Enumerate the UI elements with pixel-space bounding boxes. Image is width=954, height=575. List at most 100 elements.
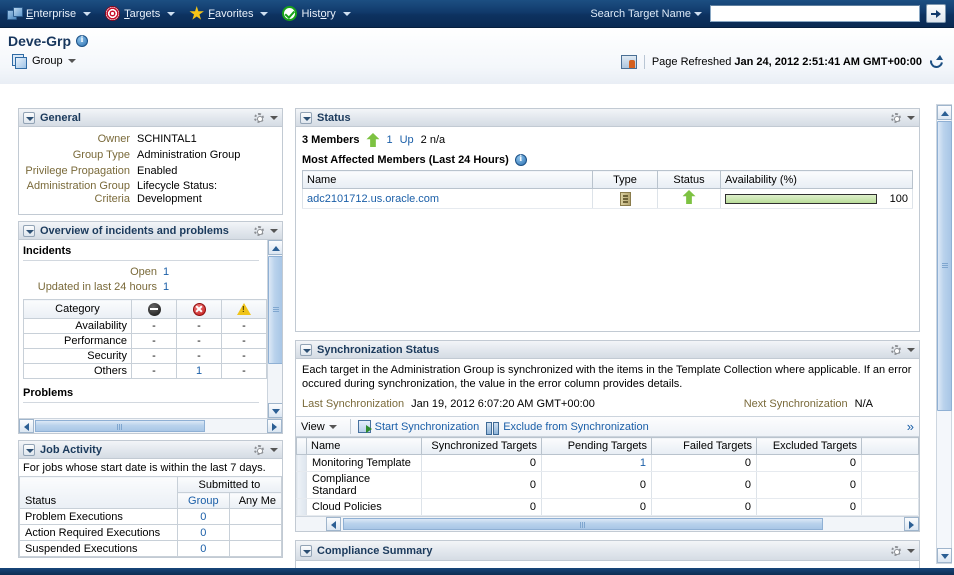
collapse-toggle-icon[interactable] <box>300 544 312 557</box>
availability-gauge: 100 <box>725 193 908 205</box>
collapse-toggle-icon[interactable] <box>23 443 35 456</box>
chevron-down-icon <box>328 424 337 429</box>
scroll-up-button[interactable] <box>937 105 952 120</box>
collapse-toggle-icon[interactable] <box>23 224 35 237</box>
page-refreshed-label: Page Refreshed <box>651 55 732 68</box>
row-category: Performance <box>23 333 132 349</box>
incidents-updated-value[interactable]: 1 <box>163 280 169 295</box>
search-go-button[interactable] <box>926 4 946 23</box>
gear-icon[interactable] <box>890 112 902 124</box>
table-row: Availability - - - <box>23 318 267 334</box>
overview-horizontal-scrollbar[interactable] <box>19 418 282 433</box>
page-vertical-scrollbar[interactable] <box>936 104 952 564</box>
row-group: 0 <box>176 524 230 541</box>
incidents-title: Incidents <box>23 244 259 261</box>
chevron-down-icon <box>694 11 702 16</box>
info-icon[interactable] <box>76 34 89 47</box>
page-header: Deve-Grp Group Page Refreshed Jan 24, 20… <box>0 28 954 133</box>
menu-enterprise-label: Enterprise <box>26 7 77 20</box>
gear-icon[interactable] <box>253 112 265 124</box>
table-row: Action Required Executions 0 <box>19 524 283 541</box>
problems-title: Problems <box>23 386 259 403</box>
search-scope-label: Search Target Name <box>590 7 691 20</box>
scroll-left-button[interactable] <box>19 419 34 433</box>
panel-status-header: Status <box>296 109 919 127</box>
row-pending[interactable]: 1 <box>541 454 652 472</box>
row-any-member <box>228 524 283 541</box>
gear-icon[interactable] <box>253 444 265 456</box>
row-value[interactable]: 1 <box>176 363 222 379</box>
title-row: Deve-Grp <box>8 33 89 49</box>
incidents-updated-row: Updated in last 24 hours 1 <box>23 280 263 295</box>
chevron-down-icon <box>342 11 351 16</box>
incidents-updated-label: Updated in last 24 hours <box>37 281 157 293</box>
chevron-down-icon[interactable] <box>270 228 278 233</box>
panel-synchronization-status: Synchronization Status Each target in th… <box>295 340 920 532</box>
chevron-down-icon[interactable] <box>907 115 915 120</box>
scrollbar-thumb[interactable] <box>35 420 205 432</box>
column-any-member: Any Me <box>228 492 283 509</box>
panel-compliance-header: Compliance Summary <box>296 541 919 561</box>
search-input[interactable] <box>710 5 920 22</box>
members-up-label[interactable]: Up <box>400 134 414 146</box>
gear-icon[interactable] <box>890 344 902 356</box>
collapse-toggle-icon[interactable] <box>300 111 312 124</box>
incidents-open-value[interactable]: 1 <box>163 265 169 280</box>
search-scope-dropdown[interactable]: Search Target Name <box>588 8 704 20</box>
status-body: 3 Members 1 Up 2 n/a Most Affected Membe… <box>296 127 919 331</box>
sync-horizontal-scrollbar[interactable] <box>296 516 919 531</box>
up-arrow-green-icon <box>682 190 696 204</box>
menu-favorites[interactable]: Favorites <box>182 0 275 28</box>
menu-enterprise[interactable]: Enterprise <box>0 0 98 28</box>
row-handle[interactable] <box>296 471 307 499</box>
row-synchronized: 0 <box>421 454 542 472</box>
incidents-table: Category ! Availability - - - Performanc… <box>23 299 267 379</box>
collapse-toggle-icon[interactable] <box>23 111 35 124</box>
member-name-link[interactable]: adc2101712.us.oracle.com <box>307 193 439 205</box>
scroll-up-button[interactable] <box>268 240 282 255</box>
chevron-down-icon[interactable] <box>907 548 915 553</box>
info-icon[interactable] <box>514 153 527 166</box>
row-handle[interactable] <box>296 498 307 516</box>
content-area: General Owner SCHINTAL1 Group Type Admin… <box>0 100 954 570</box>
scroll-right-button[interactable] <box>904 517 919 531</box>
overview-vertical-scrollbar[interactable] <box>267 240 282 418</box>
general-key: Privilege Propagation <box>25 165 130 177</box>
gear-icon[interactable] <box>253 225 265 237</box>
chevron-down-icon[interactable] <box>907 347 915 352</box>
menu-targets[interactable]: Targets <box>98 0 182 28</box>
start-synchronization-button[interactable]: Start Synchronization <box>357 420 479 433</box>
scroll-right-button[interactable] <box>267 419 282 433</box>
collapse-toggle-icon[interactable] <box>300 343 312 356</box>
scrollbar-thumb[interactable] <box>937 121 952 411</box>
page-title: Deve-Grp <box>8 33 72 49</box>
chevron-down-icon[interactable] <box>270 115 278 120</box>
row-status: Problem Executions <box>19 508 178 525</box>
column-status: Status <box>19 476 178 509</box>
gear-icon[interactable] <box>890 545 902 557</box>
scroll-left-button[interactable] <box>326 517 341 531</box>
host-icon <box>619 191 631 206</box>
scrollbar-thumb[interactable] <box>268 256 282 364</box>
panel-status: Status 3 Members 1 Up 2 n/a Most Affecte… <box>295 108 920 332</box>
panel-overview: Overview of incidents and problems Incid… <box>18 221 283 434</box>
group-menu[interactable]: Group <box>12 54 76 69</box>
check-circle-icon <box>282 6 298 21</box>
row-handle[interactable] <box>296 454 307 472</box>
general-row: Group Type Administration Group <box>19 148 276 162</box>
row-value: - <box>176 333 222 349</box>
menu-history[interactable]: History <box>275 0 357 28</box>
row-excluded: 0 <box>756 454 862 472</box>
view-menu-button[interactable]: View <box>301 421 343 433</box>
chevron-down-icon <box>260 11 269 16</box>
chevron-down-icon[interactable] <box>270 447 278 452</box>
scrollbar-thumb[interactable] <box>343 518 823 530</box>
toolbar-overflow-button[interactable]: » <box>907 419 914 434</box>
personalize-page-icon[interactable] <box>620 54 637 69</box>
refresh-icon[interactable] <box>929 54 944 69</box>
exclude-from-synchronization-button[interactable]: Exclude from Synchronization <box>486 420 649 435</box>
members-up-count[interactable]: 1 <box>386 134 392 146</box>
view-menu-label: View <box>301 420 325 433</box>
scroll-down-button[interactable] <box>937 548 952 563</box>
scroll-down-button[interactable] <box>268 403 282 418</box>
